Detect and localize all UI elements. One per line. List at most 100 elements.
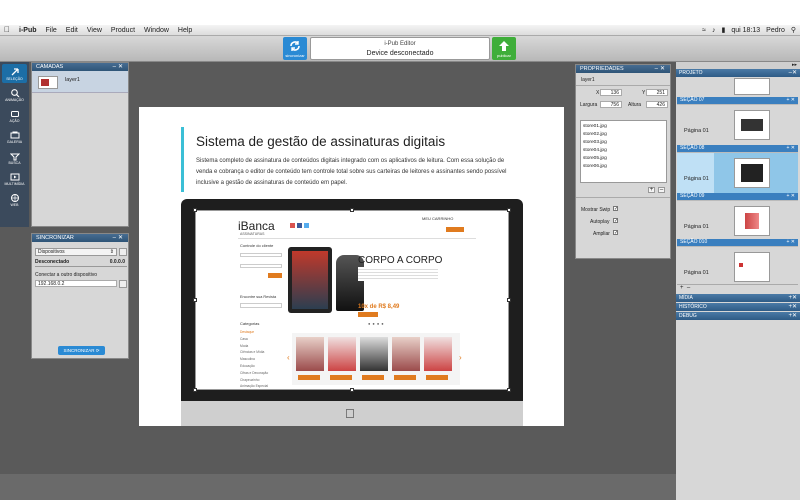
- panel-controls-icon[interactable]: –✕: [655, 65, 667, 73]
- menu-user[interactable]: Pedro: [766, 27, 785, 34]
- resize-handle[interactable]: [507, 208, 511, 212]
- x-input[interactable]: 136: [600, 89, 622, 96]
- tool-web[interactable]: web: [2, 190, 27, 209]
- menu-file[interactable]: File: [46, 27, 57, 34]
- tool-select[interactable]: seleção: [2, 64, 27, 83]
- tool-action[interactable]: ação: [2, 106, 27, 125]
- ip-address-input[interactable]: 192.168.0.2: [35, 280, 117, 287]
- section-header[interactable]: SEÇÃO 010 + ✕: [677, 239, 798, 246]
- apple-icon[interactable]: : [4, 25, 10, 35]
- tool-action-label: ação: [9, 118, 20, 123]
- height-input[interactable]: 426: [646, 101, 668, 108]
- menu-window[interactable]: Window: [144, 27, 169, 34]
- layer-row[interactable]: layer1: [32, 71, 128, 93]
- file-list-item[interactable]: store04.jpg: [583, 147, 664, 155]
- document-body[interactable]: Sistema completo de assinatura de conteú…: [196, 156, 521, 189]
- device-select[interactable]: Dispositivos ⇕: [35, 248, 117, 256]
- file-list-item[interactable]: store06.jpg: [583, 163, 664, 171]
- editor-title: i-Pub Editor: [384, 41, 416, 47]
- remove-section-button[interactable]: –: [687, 285, 690, 291]
- volume-icon[interactable]: ♪: [712, 27, 716, 34]
- file-list-item[interactable]: store01.jpg: [583, 123, 664, 131]
- battery-icon[interactable]: ▮: [722, 26, 726, 34]
- x-label: X: [596, 90, 600, 96]
- refresh-devices-button[interactable]: [119, 248, 127, 256]
- add-section-button[interactable]: +: [680, 285, 684, 291]
- width-input[interactable]: 756: [600, 101, 622, 108]
- add-file-button[interactable]: +: [648, 187, 655, 193]
- menu-app-name[interactable]: i-Pub: [19, 27, 37, 34]
- section-header[interactable]: SEÇÃO 08 + ✕: [677, 145, 798, 152]
- site-magazine-select: [240, 303, 282, 308]
- debug-panel-header[interactable]: DEBUG +✕: [676, 312, 800, 320]
- panel-controls-icon[interactable]: –✕: [113, 63, 125, 71]
- layer-name: layer1: [65, 77, 80, 83]
- section-name: SEÇÃO 09: [680, 193, 705, 199]
- search-tool-icon: [9, 153, 20, 160]
- sidebar-collapse-icon[interactable]: ▸▸: [676, 62, 800, 69]
- device-status-text: Device desconectado: [366, 50, 434, 57]
- select-arrows-icon: ⇕: [109, 249, 114, 255]
- magazine-buy-button: [362, 375, 384, 380]
- file-list-item[interactable]: store03.jpg: [583, 139, 664, 147]
- file-list-item[interactable]: store05.jpg: [583, 155, 664, 163]
- tool-multimedia[interactable]: multimídia: [2, 169, 27, 188]
- panel-controls-icon[interactable]: +✕: [788, 294, 797, 302]
- carousel-prev-icon: ‹: [287, 353, 290, 362]
- tool-search[interactable]: busca: [2, 148, 27, 167]
- page-label: Página 01: [684, 128, 709, 134]
- menu-product[interactable]: Product: [111, 27, 135, 34]
- publish-toolbar-button[interactable]: publicar: [492, 37, 516, 60]
- resize-handle[interactable]: [193, 208, 197, 212]
- section-controls-icon[interactable]: + ✕: [787, 239, 796, 246]
- panel-controls-icon[interactable]: +✕: [788, 312, 797, 320]
- autoplay-checkbox[interactable]: ✓: [613, 218, 618, 224]
- sync-toolbar-button[interactable]: sincronizar: [283, 37, 307, 60]
- panel-controls-icon[interactable]: –✕: [113, 234, 125, 242]
- section-controls-icon[interactable]: + ✕: [787, 97, 796, 104]
- zoom-checkbox[interactable]: ✓: [613, 230, 618, 236]
- panel-controls-icon[interactable]: +✕: [788, 303, 797, 311]
- history-panel-header[interactable]: HISTÓRICO +✕: [676, 303, 800, 311]
- resize-handle[interactable]: [507, 298, 511, 302]
- y-input[interactable]: 251: [646, 89, 668, 96]
- resize-handle[interactable]: [350, 388, 354, 392]
- width-label: Largura: [580, 102, 598, 108]
- site-divider: [238, 238, 476, 239]
- wifi-icon[interactable]: ≈: [702, 27, 706, 34]
- sync-panel: SINCRONIZAR –✕ Dispositivos ⇕ Desconecta…: [31, 233, 129, 359]
- site-category: Cifras e Decoração: [240, 370, 269, 375]
- section-controls-icon[interactable]: + ✕: [787, 193, 796, 200]
- show-swipe-checkbox[interactable]: ✓: [613, 206, 618, 212]
- resize-handle[interactable]: [193, 388, 197, 392]
- search-icon[interactable]: ⚲: [791, 26, 796, 34]
- menu-edit[interactable]: Edit: [66, 27, 78, 34]
- resize-handle[interactable]: [350, 208, 354, 212]
- document-title[interactable]: Sistema de gestão de assinaturas digitai…: [196, 134, 445, 149]
- tool-animation[interactable]: animação: [2, 85, 27, 104]
- sync-button[interactable]: SINCRONIZAR ⟳: [58, 346, 105, 355]
- section-header[interactable]: SEÇÃO 09 + ✕: [677, 193, 798, 200]
- remove-file-button[interactable]: –: [658, 187, 665, 193]
- magazine-buy-button: [330, 375, 352, 380]
- panel-controls-icon[interactable]: –✕: [789, 69, 797, 77]
- project-page-row-selected[interactable]: Página 01: [677, 152, 798, 199]
- section-controls-icon[interactable]: + ✕: [787, 145, 796, 152]
- file-list-item[interactable]: store02.jpg: [583, 131, 664, 139]
- sync-icon: [290, 41, 300, 51]
- resize-handle[interactable]: [193, 298, 197, 302]
- magazine-buy-button: [298, 375, 320, 380]
- magazine-cover: [328, 337, 356, 371]
- menu-view[interactable]: View: [87, 27, 102, 34]
- project-page-row[interactable]: Página 01: [677, 104, 798, 151]
- media-panel-header[interactable]: MÍDIA +✕: [676, 294, 800, 302]
- website-gallery-layer[interactable]: iBanca ASSINATURAS MEU CARRINHO Controle…: [195, 210, 509, 390]
- resize-handle[interactable]: [507, 388, 511, 392]
- menu-help[interactable]: Help: [178, 27, 192, 34]
- section-header[interactable]: SEÇÃO 07 + ✕: [677, 97, 798, 104]
- menu-clock[interactable]: qui 18:13: [731, 27, 760, 34]
- connect-button[interactable]: [119, 280, 127, 288]
- tool-gallery[interactable]: galeria: [2, 127, 27, 146]
- project-page-row[interactable]: [677, 78, 798, 97]
- image-file-list[interactable]: store01.jpg store02.jpg store03.jpg stor…: [580, 120, 667, 183]
